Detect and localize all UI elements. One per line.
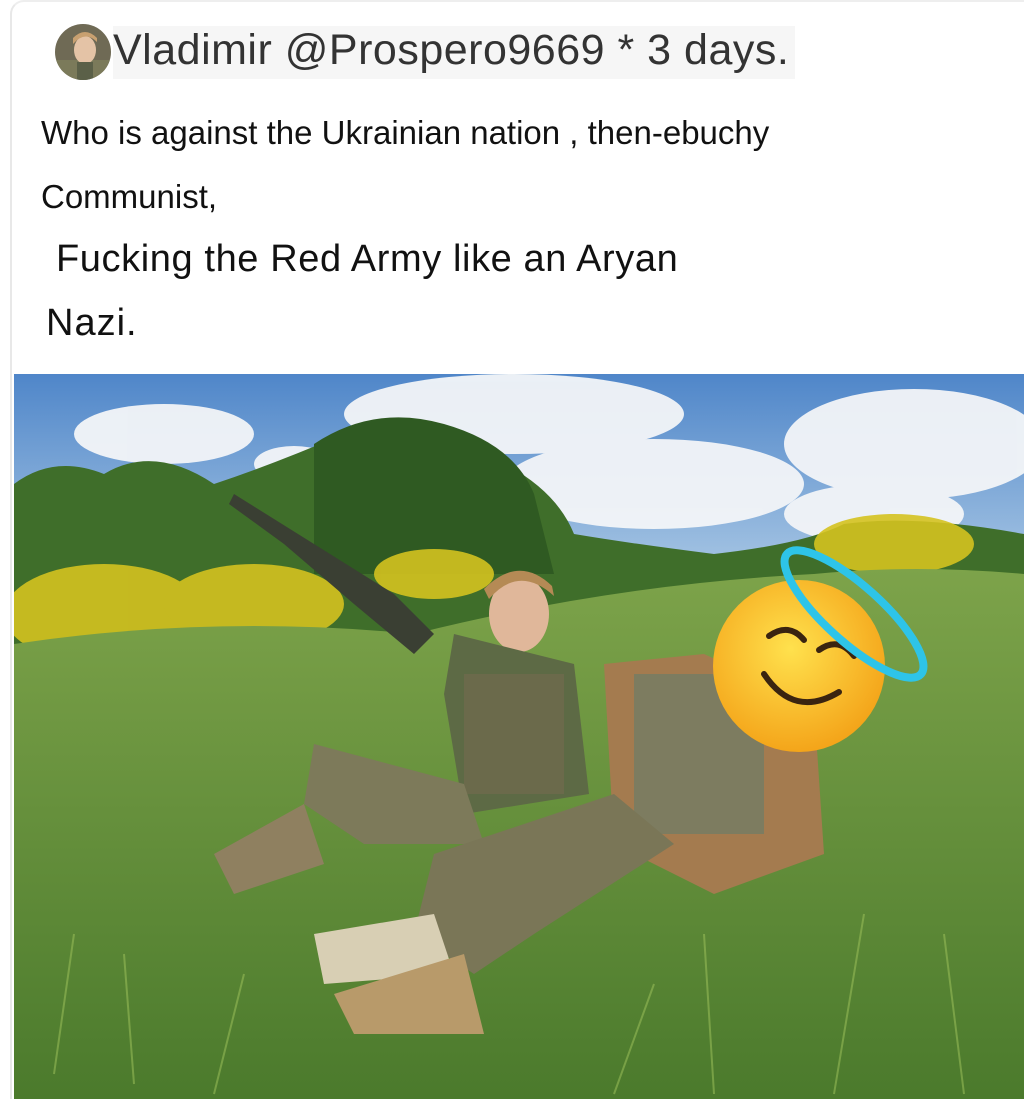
avatar[interactable] (55, 24, 111, 80)
post-text-line-1: Who is against the Ukrainian nation , th… (41, 114, 770, 151)
post-text-line-2: Communist, (41, 178, 218, 215)
post-text-line-4: Nazi. (46, 302, 138, 344)
author-line[interactable]: Vladimir @Prospero9669 * 3 days. (113, 25, 796, 79)
post-photo[interactable] (14, 374, 1024, 1099)
post-text-line-3: Fucking the Red Army like an Aryan (56, 238, 679, 280)
post-header: Vladimir @Prospero9669 * 3 days. (55, 22, 796, 82)
